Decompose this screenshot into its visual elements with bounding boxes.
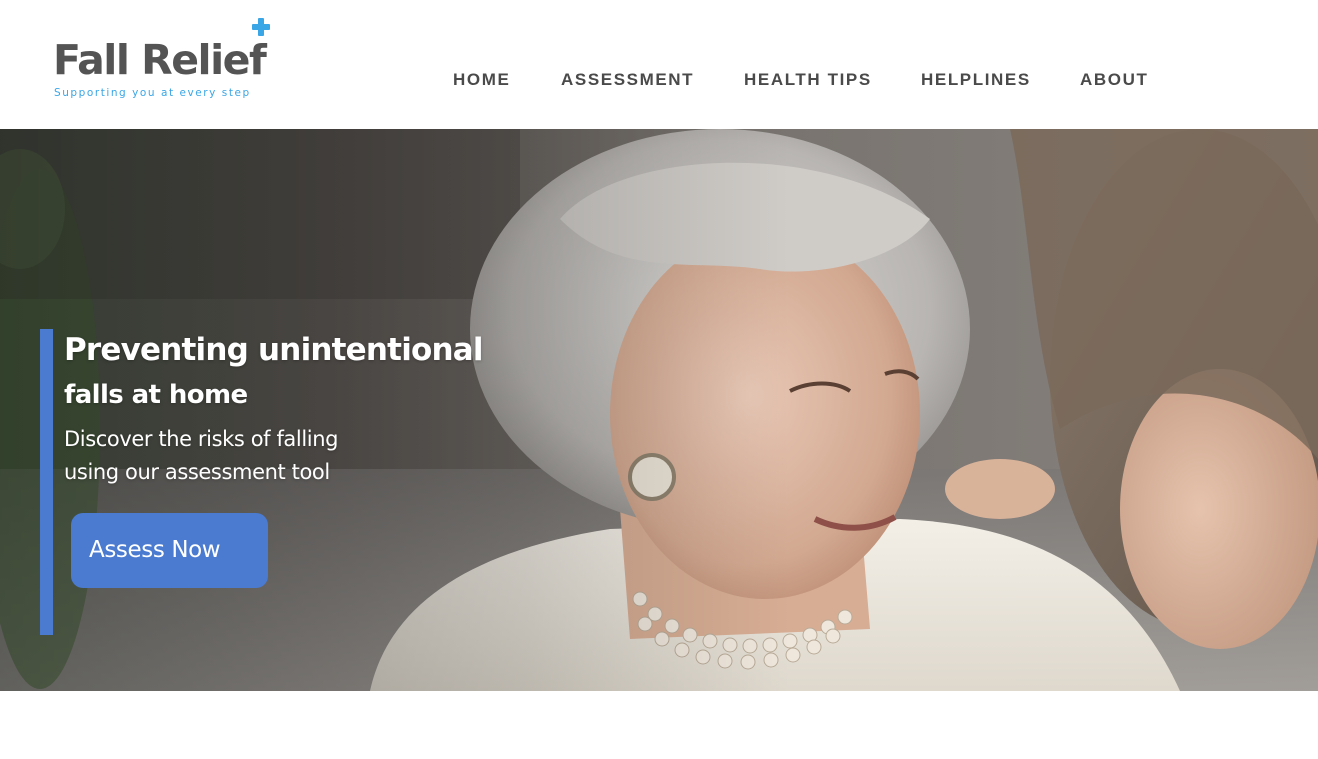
nav-item-home[interactable]: HOME	[453, 69, 510, 91]
nav-item-about[interactable]: ABOUT	[1080, 69, 1148, 91]
hero-subtitle-line2: using our assessment tool	[64, 460, 330, 484]
logo[interactable]: Fall Relief Supporting you at every step	[53, 18, 283, 108]
hero-title: Preventing unintentional	[64, 332, 484, 368]
hero-subtitle: Discover the risks of falling	[64, 427, 339, 451]
nav-item-health-tips[interactable]: HEALTH TIPS	[744, 69, 872, 91]
site-header: Fall Relief Supporting you at every step…	[0, 0, 1318, 129]
nav-item-assessment[interactable]: ASSESSMENT	[561, 69, 694, 91]
plus-icon	[252, 18, 270, 36]
hero-banner: Preventing unintentional falls at home D…	[0, 129, 1318, 691]
nav-item-helplines[interactable]: HELPLINES	[921, 69, 1031, 91]
hero-title-line2: falls at home	[64, 380, 248, 410]
assess-now-button[interactable]: Assess Now	[71, 513, 268, 588]
main-nav: HOME ASSESSMENT HEALTH TIPS HELPLINES AB…	[0, 69, 1318, 91]
hero-accent-bar	[40, 329, 53, 635]
hero-photo	[0, 129, 1318, 691]
